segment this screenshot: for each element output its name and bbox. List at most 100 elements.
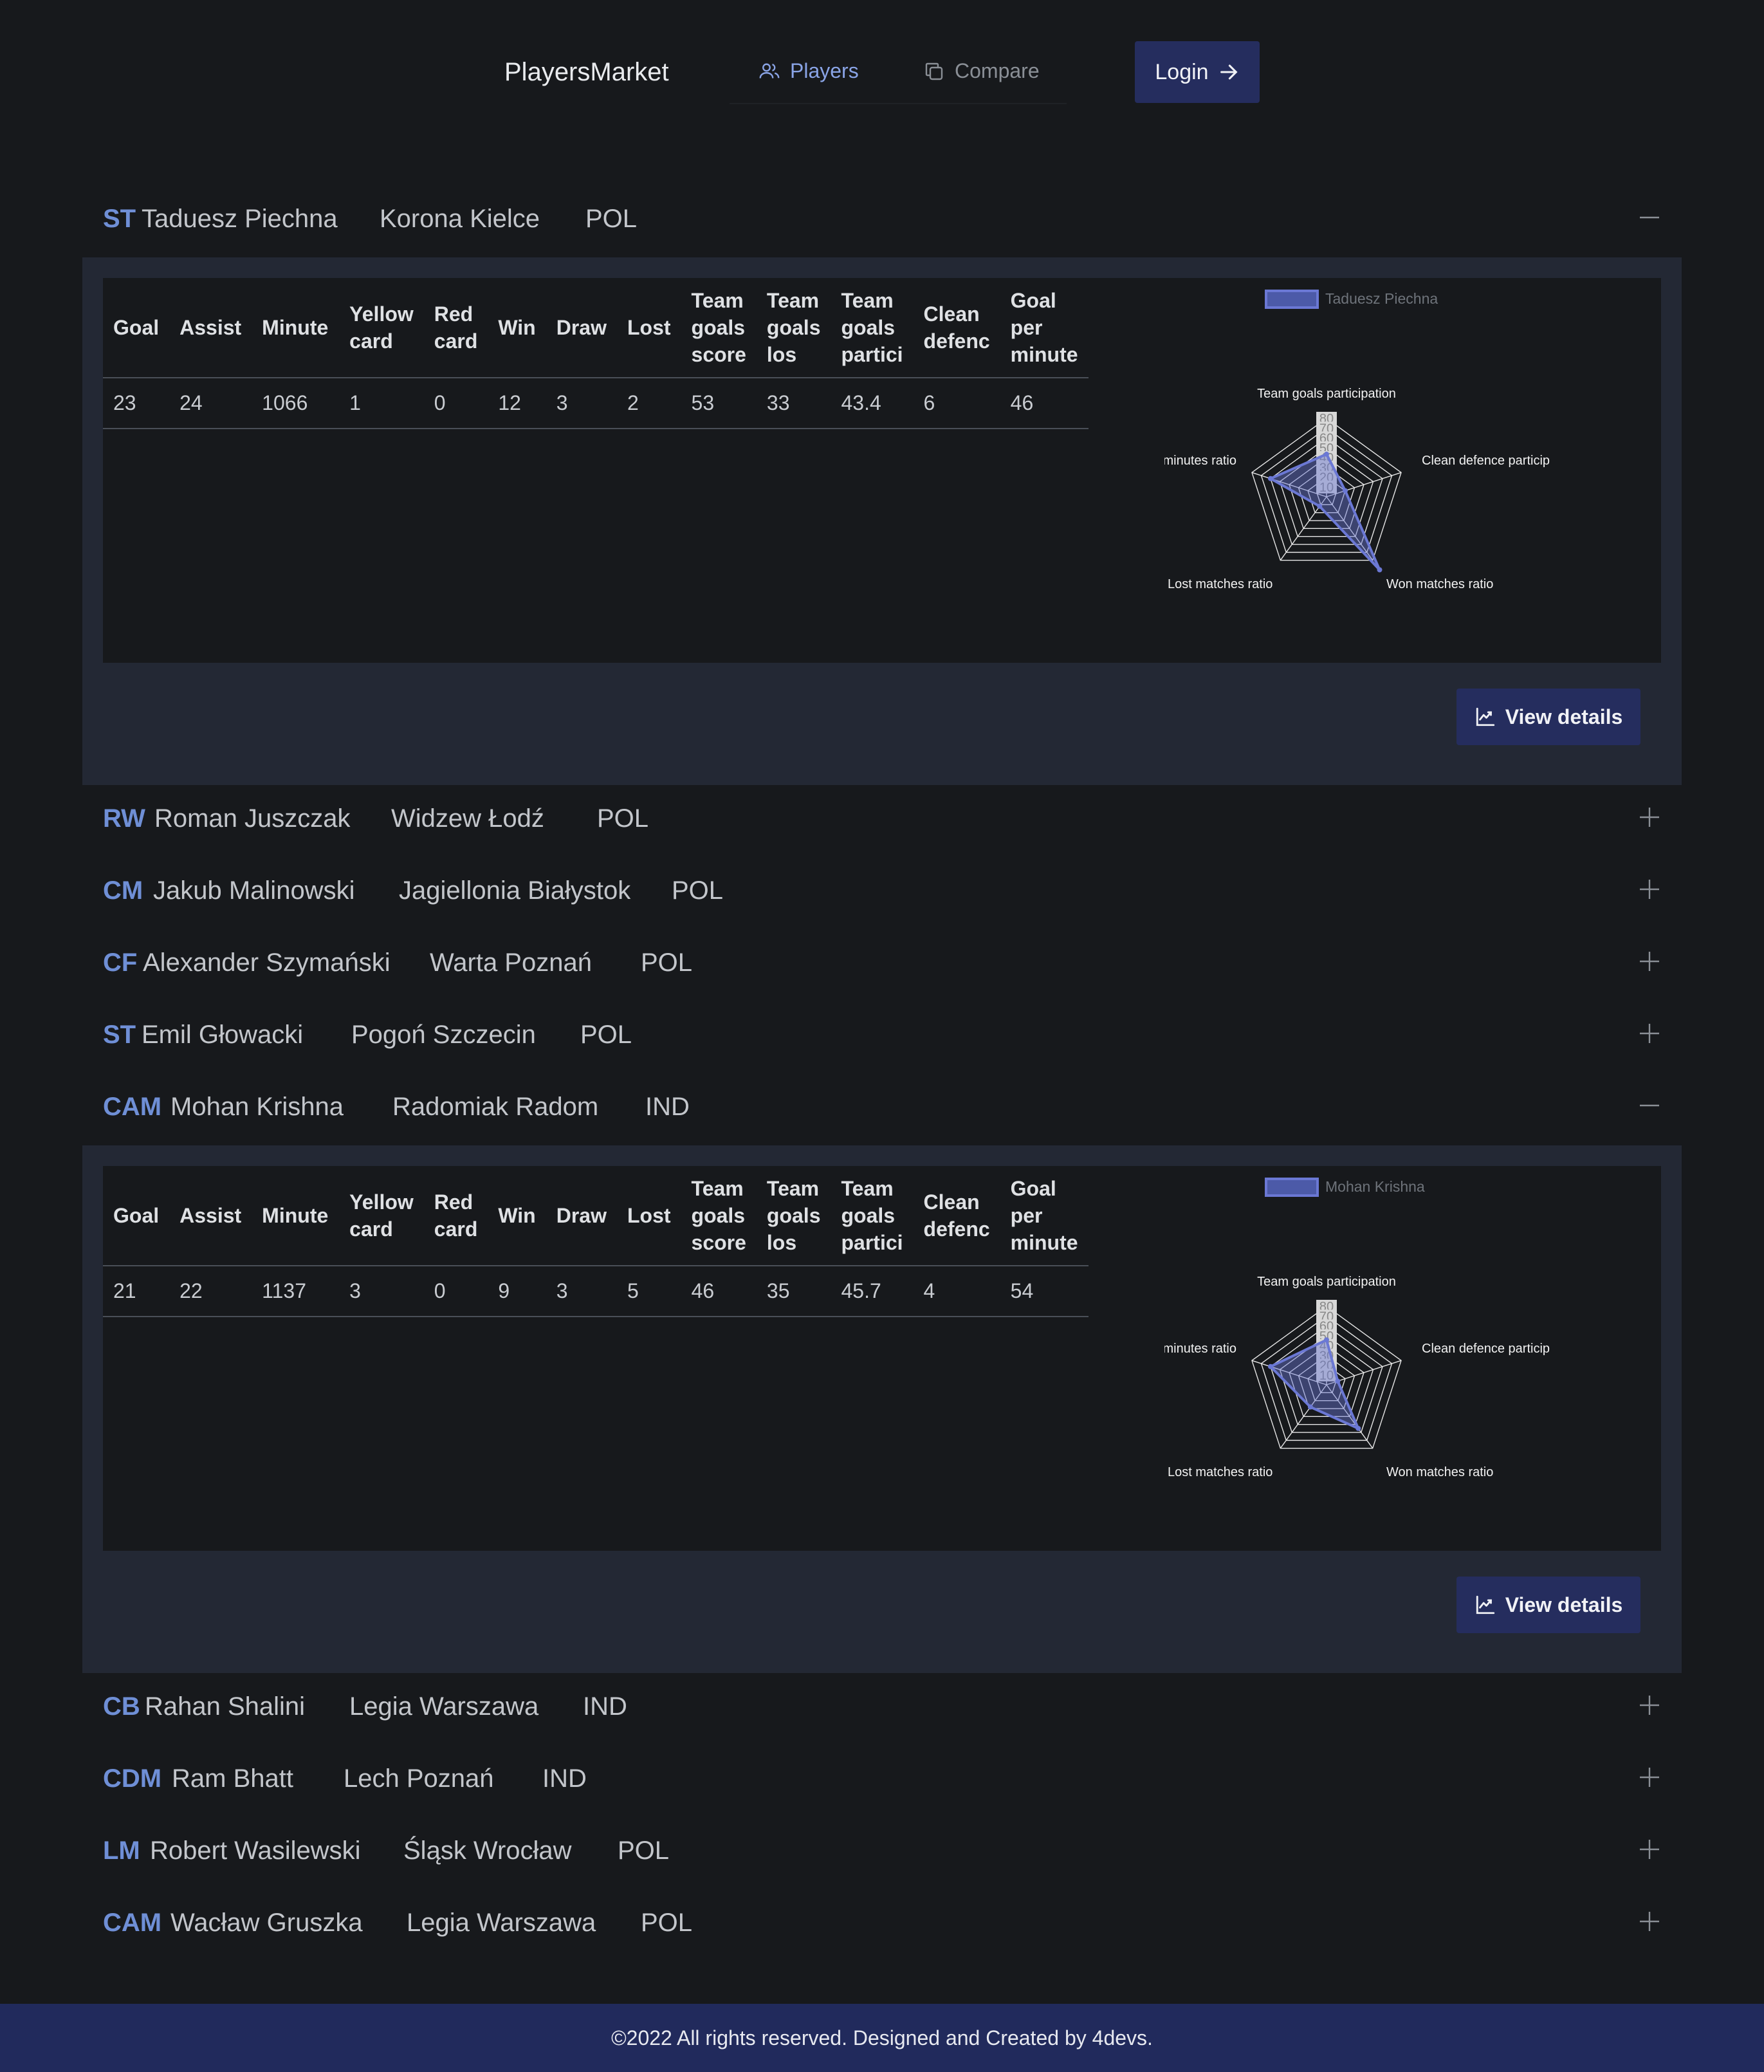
nav-players-link[interactable]: Players — [758, 59, 859, 83]
users-icon — [759, 63, 780, 79]
login-button[interactable]: Login — [1135, 41, 1260, 103]
stats-data-row: 23 24 1066 1 0 12 3 2 53 33 43.4 6 46 — [103, 378, 1089, 429]
player-position: CB — [103, 1692, 140, 1721]
collapse-minus-icon[interactable] — [1638, 1094, 1661, 1117]
stats-cell: 1 — [339, 378, 424, 429]
stats-card: Goal Assist Minute Yellow card Red card Win Dr… — [103, 1166, 1661, 1551]
stats-column-header: Team goals partici — [831, 1166, 914, 1266]
stats-column-header: Goal per minute — [1000, 1166, 1089, 1266]
collapse-minus-icon[interactable] — [1638, 206, 1661, 229]
stats-column-header: Draw — [546, 278, 617, 378]
stats-column-header: Goal per minute — [1000, 278, 1089, 378]
radar-chart: Taduesz Piechna8070605040302010Team goal… — [1164, 290, 1550, 591]
top-navbar: PlayersMarket Players Compare Login — [0, 41, 1764, 106]
player-name: Ram Bhatt — [172, 1764, 293, 1793]
player-row[interactable]: ST Emil Głowacki Pogoń Szczecin POL — [82, 1003, 1682, 1073]
player-row[interactable]: ST Taduesz Piechna Korona Kielce POL — [82, 187, 1682, 257]
stats-cell: 35 — [756, 1266, 831, 1317]
player-row[interactable]: CF Alexander Szymański Warta Poznań POL — [82, 930, 1682, 1001]
expand-plus-icon[interactable] — [1638, 1910, 1661, 1933]
stats-column-header: Clean defenc — [913, 278, 1000, 378]
stats-column-header: Team goals score — [681, 278, 757, 378]
stats-cell: 21 — [103, 1266, 170, 1317]
radar-data-point — [1343, 488, 1348, 494]
stats-cell: 45.7 — [831, 1266, 914, 1317]
stats-cell: 3 — [546, 378, 617, 429]
radar-data-point — [1307, 1404, 1313, 1410]
stats-column-header: Draw — [546, 1166, 617, 1266]
radar-axis-label: Lost matches ratio — [1168, 1465, 1272, 1479]
player-club: Śląsk Wrocław — [403, 1836, 572, 1865]
expand-plus-icon[interactable] — [1638, 1838, 1661, 1861]
stats-column-header: Clean defenc — [913, 1166, 1000, 1266]
stats-column-header: Goal — [103, 278, 170, 378]
player-club: Pogoń Szczecin — [351, 1021, 536, 1049]
view-details-button[interactable]: View details — [1456, 689, 1640, 745]
player-position: ST — [103, 1021, 136, 1049]
player-row[interactable]: RW Roman Juszczak Widzew Łodź POL — [82, 786, 1682, 857]
radar-data-point — [1267, 476, 1273, 481]
player-name: Taduesz Piechna — [142, 205, 338, 233]
view-details-button[interactable]: View details — [1456, 1577, 1640, 1633]
radar-data-point — [1317, 503, 1323, 509]
player-club: Legia Warszawa — [407, 1909, 596, 1937]
stats-cell: 53 — [681, 378, 757, 429]
chart-line-icon — [1476, 707, 1494, 726]
stats-cell: 0 — [423, 378, 488, 429]
stats-column-header: Team goals los — [756, 1166, 831, 1266]
stats-cell: 12 — [488, 378, 546, 429]
expand-plus-icon[interactable] — [1638, 1694, 1661, 1717]
stats-cell: 33 — [756, 378, 831, 429]
radar-data-point — [1355, 1425, 1361, 1431]
player-country: IND — [645, 1093, 690, 1121]
radar-axis-label: Won matches ratio — [1386, 577, 1493, 591]
legend-label: Mohan Krishna — [1325, 1178, 1425, 1195]
stats-cell: 2 — [616, 378, 681, 429]
stats-cell: 1137 — [252, 1266, 340, 1317]
player-row[interactable]: CAM Wacław Gruszka Legia Warszawa POL — [82, 1891, 1682, 1961]
view-details-label: View details — [1505, 705, 1623, 728]
expand-plus-icon[interactable] — [1638, 806, 1661, 829]
footer-text: ©2022 All rights reserved. Designed and … — [611, 2026, 1153, 2049]
stats-header-row: Goal Assist Minute Yellow card Red card Win Dr… — [103, 278, 1089, 378]
stats-column-header: Red card — [423, 278, 488, 378]
player-club: Legia Warszawa — [349, 1692, 539, 1721]
stats-column-header: Win — [488, 1166, 546, 1266]
footer: ©2022 All rights reserved. Designed and … — [0, 2004, 1764, 2072]
radar-axis-label: Won matches ratio — [1386, 1465, 1493, 1479]
player-name: Wacław Gruszka — [170, 1909, 363, 1937]
chart-line-icon — [1476, 1595, 1494, 1614]
stats-column-header: Yellow card — [339, 278, 424, 378]
stats-column-header: Team goals partici — [831, 278, 914, 378]
expand-plus-icon[interactable] — [1638, 878, 1661, 901]
radar-axis-label: Team goals participation — [1257, 387, 1396, 401]
radar-axis-label: minutes ratio — [1164, 454, 1236, 468]
stats-cell: 46 — [681, 1266, 757, 1317]
nav-compare-link[interactable]: Compare — [923, 59, 1040, 83]
radar-axis-label: Clean defence particip — [1422, 1342, 1550, 1356]
stats-cell: 4 — [913, 1266, 1000, 1317]
stats-cell: 6 — [913, 378, 1000, 429]
stats-column-header: Assist — [169, 278, 252, 378]
arrow-right-icon — [1220, 64, 1238, 80]
stats-column-header: Lost — [616, 1166, 681, 1266]
player-position: CAM — [103, 1093, 162, 1121]
stats-column-header: Minute — [252, 278, 340, 378]
expand-plus-icon[interactable] — [1638, 1022, 1661, 1045]
nav-compare-label: Compare — [955, 59, 1040, 82]
expand-plus-icon[interactable] — [1638, 950, 1661, 973]
expand-plus-icon[interactable] — [1638, 1766, 1661, 1789]
player-row[interactable]: CDM Ram Bhatt Lech Poznań IND — [82, 1746, 1682, 1817]
legend-label: Taduesz Piechna — [1325, 290, 1438, 307]
radar-axis-label: Lost matches ratio — [1168, 577, 1272, 591]
stats-cell: 1066 — [252, 378, 340, 429]
player-row[interactable]: LM Robert Wasilewski Śląsk Wrocław POL — [82, 1818, 1682, 1889]
player-name: Rahan Shalini — [145, 1692, 306, 1721]
stats-column-header: Minute — [252, 1166, 340, 1266]
player-row[interactable]: CB Rahan Shalini Legia Warszawa IND — [82, 1674, 1682, 1745]
player-country: POL — [618, 1836, 670, 1865]
brand-logo[interactable]: PlayersMarket — [504, 58, 669, 87]
player-row[interactable]: CAM Mohan Krishna Radomiak Radom IND — [82, 1075, 1682, 1145]
radar-data-series — [1268, 1338, 1361, 1431]
player-row[interactable]: CM Jakub Malinowski Jagiellonia Białystok P… — [82, 858, 1682, 929]
